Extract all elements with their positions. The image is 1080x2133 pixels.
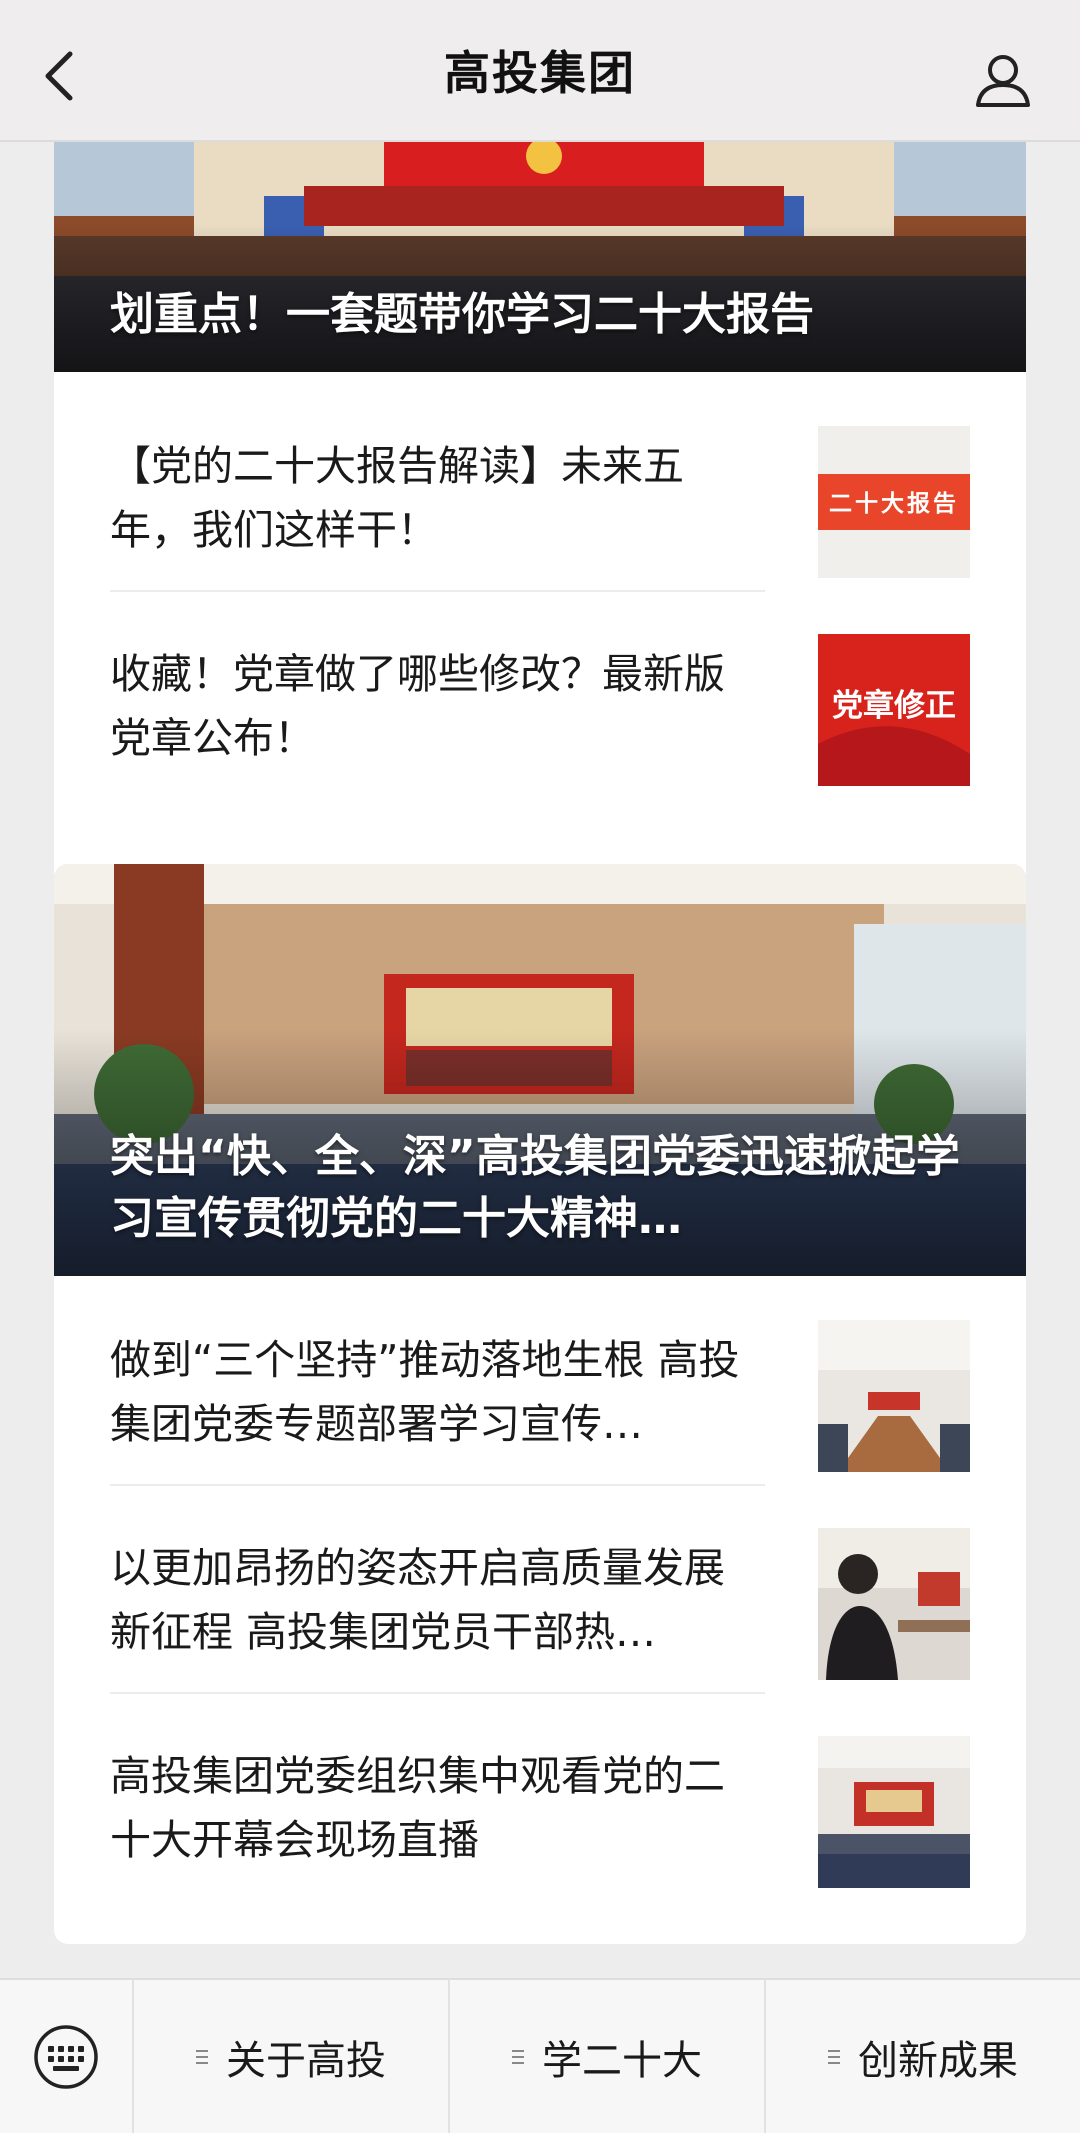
- page-title: 高投集团: [444, 46, 636, 100]
- article-thumbnail: [818, 1320, 970, 1472]
- article-title: 以更加昂扬的姿态开启高质量发展新征程 高投集团党员干部热…: [110, 1544, 725, 1656]
- article-title: 收藏！党章做了哪些修改？最新版党章公布！: [110, 650, 725, 762]
- list-item[interactable]: 做到“三个坚持”推动落地生根 高投集团党委专题部署学习宣传…: [110, 1278, 970, 1486]
- menu-label: 关于高投: [226, 2037, 386, 2084]
- card2-item-list: 做到“三个坚持”推动落地生根 高投集团党委专题部署学习宣传… 以更加昂扬的姿态开…: [54, 1276, 1026, 1902]
- article-thumbnail: 二十大报告: [818, 426, 970, 578]
- article-card-2: 突出“快、全、深”高投集团党委迅速掀起学习宣传贯彻党的二十大精神… 做到“三个坚…: [54, 864, 1026, 1944]
- bottom-menu-bar: 关于高投 学二十大 创新成果: [0, 1978, 1080, 2133]
- top-nav-bar: 高投集团: [0, 0, 1080, 142]
- card1-banner[interactable]: 划重点！一套题带你学习二十大报告: [54, 142, 1026, 372]
- menu-innovation[interactable]: 创新成果: [766, 1979, 1080, 2133]
- card1-item-list: 【党的二十大报告解读】未来五年，我们这样干！ 二十大报告 收藏！党章做了哪些修改…: [54, 372, 1026, 800]
- thumb-text: 二十大报告: [829, 491, 959, 517]
- article-card-1: 划重点！一套题带你学习二十大报告 【党的二十大报告解读】未来五年，我们这样干！ …: [54, 142, 1026, 972]
- list-item[interactable]: 收藏！党章做了哪些修改？最新版党章公布！ 党章修正: [110, 592, 970, 800]
- profile-button[interactable]: [974, 52, 1032, 108]
- article-title: 做到“三个坚持”推动落地生根 高投集团党委专题部署学习宣传…: [110, 1336, 740, 1448]
- menu-about[interactable]: 关于高投: [134, 1979, 450, 2133]
- card2-banner[interactable]: 突出“快、全、深”高投集团党委迅速掀起学习宣传贯彻党的二十大精神…: [54, 864, 1026, 1276]
- thumb-text: 党章修正: [832, 688, 956, 724]
- article-thumbnail: [818, 1736, 970, 1888]
- article-title: 高投集团党委组织集中观看党的二十大开幕会现场直播: [110, 1752, 725, 1864]
- card2-banner-caption: 突出“快、全、深”高投集团党委迅速掀起学习宣传贯彻党的二十大精神…: [110, 1131, 960, 1244]
- keyboard-icon: [34, 2024, 98, 2089]
- user-icon: [976, 55, 1030, 107]
- menu-list-icon: [512, 2046, 526, 2068]
- app-root: 高投集团 划重点！一套题带你学习二十大报告 【党的二十大报告解读】未来五年，我们…: [0, 0, 1080, 2133]
- menu-label: 创新成果: [858, 2037, 1018, 2084]
- article-thumbnail: 党章修正: [818, 634, 970, 786]
- list-item[interactable]: 以更加昂扬的姿态开启高质量发展新征程 高投集团党员干部热…: [110, 1486, 970, 1694]
- menu-list-icon: [196, 2046, 210, 2068]
- list-item[interactable]: 【党的二十大报告解读】未来五年，我们这样干！ 二十大报告: [110, 384, 970, 592]
- chevron-left-icon: [45, 51, 73, 101]
- back-button[interactable]: [40, 48, 80, 104]
- article-thumbnail: [818, 1528, 970, 1680]
- keyboard-toggle-button[interactable]: [0, 1979, 134, 2133]
- article-title: 【党的二十大报告解读】未来五年，我们这样干！: [110, 442, 684, 554]
- article-list[interactable]: 划重点！一套题带你学习二十大报告 【党的二十大报告解读】未来五年，我们这样干！ …: [0, 142, 1080, 1978]
- card1-banner-caption: 划重点！一套题带你学习二十大报告: [110, 289, 814, 340]
- menu-label: 学二十大: [542, 2037, 702, 2084]
- menu-list-icon: [828, 2046, 842, 2068]
- menu-study-congress[interactable]: 学二十大: [450, 1979, 766, 2133]
- list-item[interactable]: 高投集团党委组织集中观看党的二十大开幕会现场直播: [110, 1694, 970, 1902]
